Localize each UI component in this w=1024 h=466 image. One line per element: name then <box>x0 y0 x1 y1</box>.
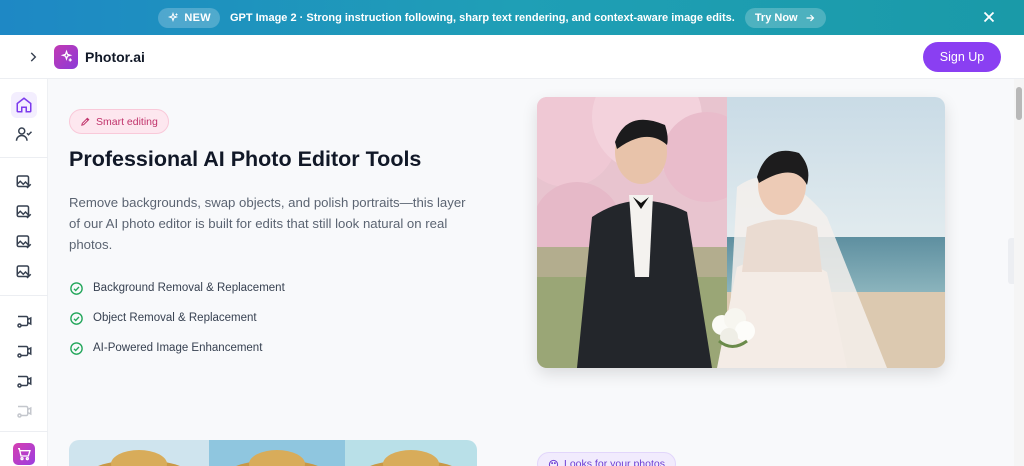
try-now-button[interactable]: Try Now <box>744 7 826 28</box>
logo[interactable] <box>54 44 78 69</box>
looks-tag: Looks for your photos <box>537 452 676 466</box>
video-tool-icon <box>17 315 32 328</box>
check-circle-icon <box>70 281 83 295</box>
new-badge: NEW <box>158 7 220 28</box>
video-tool-icon <box>17 345 32 358</box>
brand-name[interactable]: Photor.ai <box>85 49 145 65</box>
wedding-couple-image <box>537 97 945 368</box>
feature-label: AI-Powered Image Enhancement <box>93 342 263 354</box>
video-tool-icon <box>17 375 32 388</box>
image-edit-icon <box>16 205 32 219</box>
feature-label: Object Removal & Replacement <box>93 312 257 324</box>
sidebar-item-video-1[interactable] <box>13 310 35 332</box>
expand-sidebar-button[interactable] <box>22 46 44 68</box>
image-edit-icon <box>16 175 32 189</box>
image-edit-icon <box>16 235 32 249</box>
user-check-icon <box>15 127 33 141</box>
sidebar <box>0 79 48 466</box>
feature-label: Background Removal & Replacement <box>93 282 285 294</box>
banner-text: GPT Image 2 · Strong instruction followi… <box>229 11 735 24</box>
sidebar-item-video-4[interactable] <box>13 400 35 422</box>
looks-tag-label: Looks for your photos <box>564 458 665 466</box>
banner-content: NEW GPT Image 2 · Strong instruction fol… <box>158 7 826 28</box>
next-section-image <box>69 440 477 466</box>
palette-icon <box>548 459 559 466</box>
new-badge-label: NEW <box>184 11 211 24</box>
top-header: Photor.ai Sign Up <box>0 35 1024 79</box>
close-icon[interactable] <box>980 8 998 26</box>
sidebar-item-video-3[interactable] <box>13 370 35 392</box>
image-edit-icon <box>16 265 32 279</box>
straw-hat-image <box>69 440 477 466</box>
page-title: Professional AI Photo Editor Tools <box>69 147 422 171</box>
feature-item: AI-Powered Image Enhancement <box>69 339 262 357</box>
sidebar-item-tool-3[interactable] <box>13 231 35 253</box>
sidebar-item-tool-4[interactable] <box>13 261 35 283</box>
tag-label: Smart editing <box>96 115 158 128</box>
sign-up-button[interactable]: Sign Up <box>923 42 1001 72</box>
feature-item: Background Removal & Replacement <box>69 279 285 297</box>
page-scrollbar[interactable] <box>1014 79 1024 466</box>
scrollbar-thumb[interactable] <box>1016 87 1022 120</box>
cart-icon <box>18 448 31 461</box>
sidebar-divider <box>0 157 48 158</box>
feature-item: Object Removal & Replacement <box>69 309 257 327</box>
sidebar-item-shop[interactable] <box>13 443 35 465</box>
hero-description: Remove backgrounds, swap objects, and po… <box>69 195 466 252</box>
sparkle-logo-icon <box>60 49 72 62</box>
pencil-icon <box>81 117 90 126</box>
hero-photo <box>537 97 945 368</box>
check-circle-icon <box>70 341 83 355</box>
sidebar-item-profile[interactable] <box>13 123 35 145</box>
sparkle-icon <box>168 11 179 22</box>
try-now-label: Try Now <box>754 11 798 24</box>
check-circle-icon <box>70 311 83 325</box>
home-icon <box>16 97 32 113</box>
sidebar-item-tool-1[interactable] <box>13 171 35 193</box>
arrow-right-icon <box>806 14 814 21</box>
smart-editing-tag: Smart editing <box>69 109 169 134</box>
announcement-banner: NEW GPT Image 2 · Strong instruction fol… <box>0 0 1024 35</box>
sidebar-divider <box>0 295 48 296</box>
video-tool-icon <box>17 405 32 418</box>
sidebar-item-tool-2[interactable] <box>13 201 35 223</box>
chevron-right-icon <box>30 51 37 62</box>
sidebar-item-video-2[interactable] <box>13 340 35 362</box>
sidebar-item-home[interactable] <box>13 94 35 116</box>
sidebar-divider <box>0 431 48 432</box>
